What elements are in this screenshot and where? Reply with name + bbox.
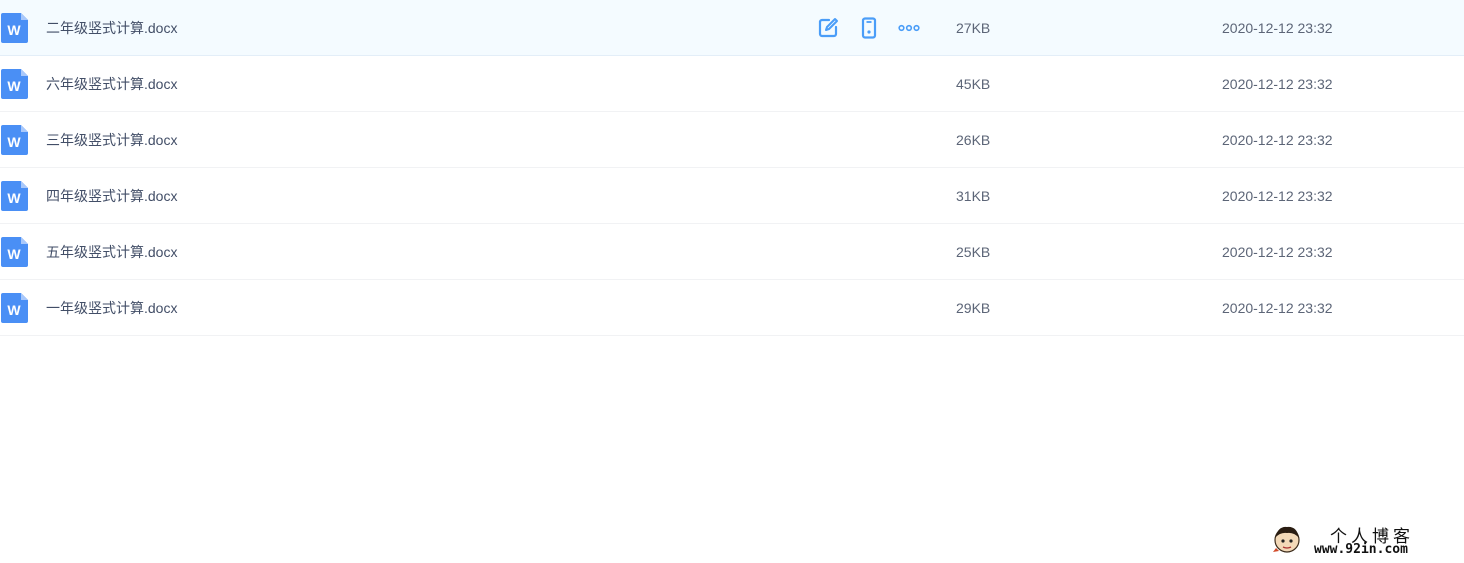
file-name[interactable]: 五年级竖式计算.docx [46,242,177,262]
more-icon[interactable] [897,16,921,40]
file-size: 31KB [956,187,991,204]
watermark: 个人博客 www.92in.com [1268,518,1458,560]
word-doc-icon: W [1,236,28,267]
file-row[interactable]: W 二年级竖式计算.docx 27KB 2020-12-12 23:32 [0,0,1464,56]
cartoon-avatar-icon [1272,524,1302,554]
file-date: 2020-12-12 23:32 [1222,299,1333,316]
word-doc-icon: W [1,292,28,323]
file-name[interactable]: 六年级竖式计算.docx [46,74,177,94]
file-size: 26KB [956,131,991,148]
file-date: 2020-12-12 23:32 [1222,187,1333,204]
file-row[interactable]: W 三年级竖式计算.docx 26KB 2020-12-12 23:32 [0,112,1464,168]
file-row[interactable]: W 六年级竖式计算.docx 45KB 2020-12-12 23:32 [0,56,1464,112]
word-doc-icon: W [1,68,28,99]
watermark-url: www.92in.com [1314,542,1408,557]
file-name[interactable]: 三年级竖式计算.docx [46,130,177,150]
row-actions [816,16,926,40]
file-date: 2020-12-12 23:32 [1222,19,1333,36]
file-date: 2020-12-12 23:32 [1222,75,1333,92]
word-doc-icon: W [1,12,28,43]
word-doc-icon: W [1,180,28,211]
svg-text:W: W [7,246,21,262]
file-row[interactable]: W 四年级竖式计算.docx 31KB 2020-12-12 23:32 [0,168,1464,224]
phone-icon[interactable] [857,16,881,40]
file-row[interactable]: W 五年级竖式计算.docx 25KB 2020-12-12 23:32 [0,224,1464,280]
svg-text:W: W [7,302,21,318]
file-name[interactable]: 一年级竖式计算.docx [46,298,177,318]
edit-icon[interactable] [816,16,840,40]
svg-text:W: W [7,78,21,94]
word-doc-icon: W [1,124,28,155]
file-date: 2020-12-12 23:32 [1222,243,1333,260]
file-size: 29KB [956,299,991,316]
file-name[interactable]: 四年级竖式计算.docx [46,186,177,206]
file-size: 45KB [956,75,991,92]
svg-text:W: W [7,190,21,206]
file-size: 27KB [956,19,991,36]
file-size: 25KB [956,243,991,260]
svg-text:W: W [7,134,21,150]
svg-text:W: W [7,22,21,38]
file-list: W 二年级竖式计算.docx 27KB 2020-12-12 23:32 W 六… [0,0,1464,336]
file-row[interactable]: W 一年级竖式计算.docx 29KB 2020-12-12 23:32 [0,280,1464,336]
file-name[interactable]: 二年级竖式计算.docx [46,18,177,38]
file-date: 2020-12-12 23:32 [1222,131,1333,148]
